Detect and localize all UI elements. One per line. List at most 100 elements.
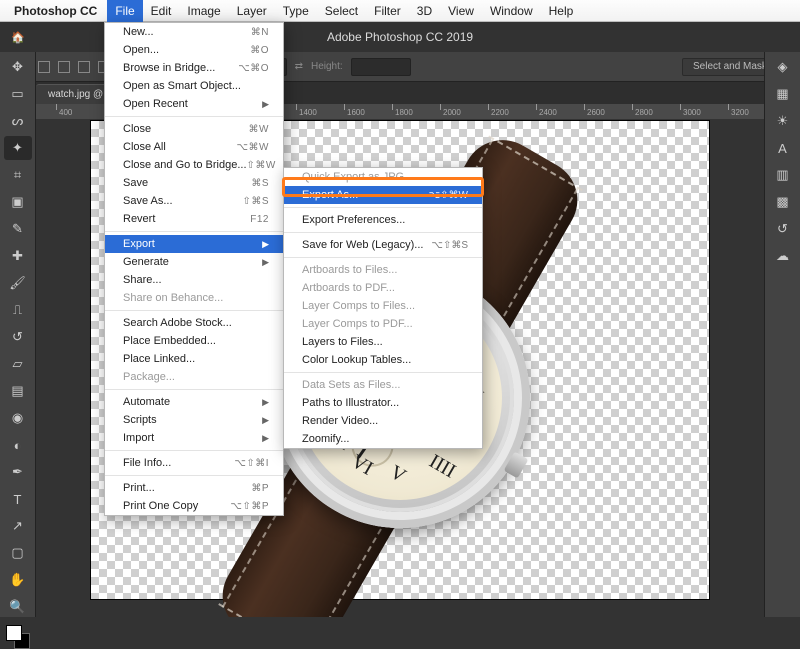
color-swatches[interactable] <box>6 625 30 649</box>
file-menu-open-recent[interactable]: Open Recent▶ <box>105 95 283 113</box>
menu-item-label: Place Embedded... <box>123 335 216 347</box>
quick-select-tool-icon[interactable]: ✦ <box>4 136 32 160</box>
channels-panel-icon[interactable]: ▩ <box>769 190 797 214</box>
menu-image[interactable]: Image <box>179 0 228 22</box>
frame-tool-icon[interactable]: ▣ <box>4 190 32 214</box>
hand-tool-icon[interactable]: ✋ <box>4 568 32 592</box>
export-menu-export-as[interactable]: Export As...⌥⇧⌘W <box>284 186 482 204</box>
file-menu-import[interactable]: Import▶ <box>105 429 283 447</box>
history-panel-icon[interactable]: ↺ <box>769 217 797 241</box>
path-tool-icon[interactable]: ↗ <box>4 514 32 538</box>
menu-item-label: Place Linked... <box>123 353 195 365</box>
file-menu-close[interactable]: Close⌘W <box>105 120 283 138</box>
submenu-arrow-icon: ▶ <box>262 433 269 444</box>
file-menu-print-one-copy[interactable]: Print One Copy⌥⇧⌘P <box>105 497 283 515</box>
file-menu-export[interactable]: Export▶ <box>105 235 283 253</box>
file-menu-place-embedded[interactable]: Place Embedded... <box>105 332 283 350</box>
file-menu-close-all[interactable]: Close All⌥⌘W <box>105 138 283 156</box>
file-menu-automate[interactable]: Automate ▶ <box>105 393 283 411</box>
layers-panel-icon[interactable]: ▥ <box>769 163 797 187</box>
move-tool-icon[interactable]: ✥ <box>4 55 32 79</box>
menu-edit[interactable]: Edit <box>143 0 180 22</box>
menu-help[interactable]: Help <box>541 0 582 22</box>
lasso-tool-icon[interactable]: ᔕ <box>4 109 32 133</box>
file-menu-revert[interactable]: RevertF12 <box>105 210 283 228</box>
type-tool-icon[interactable]: T <box>4 487 32 511</box>
menu-item-label: Paths to Illustrator... <box>302 397 399 409</box>
eraser-tool-icon[interactable]: ▱ <box>4 352 32 376</box>
file-menu-save-as[interactable]: Save As...⇧⌘S <box>105 192 283 210</box>
menu-select[interactable]: Select <box>317 0 366 22</box>
menu-item-label: Package... <box>123 371 175 383</box>
export-menu-export-preferences[interactable]: Export Preferences... <box>284 211 482 229</box>
file-menu-share-on-behance: Share on Behance... <box>105 289 283 307</box>
export-menu-zoomify[interactable]: Zoomify... <box>284 430 482 448</box>
stamp-tool-icon[interactable]: ⎍ <box>4 298 32 322</box>
zoom-tool-icon[interactable]: 🔍 <box>4 595 32 619</box>
menu-type[interactable]: Type <box>275 0 317 22</box>
eyedrop-tool-icon[interactable]: ✎ <box>4 217 32 241</box>
ruler-tick: 2000 <box>443 108 461 117</box>
menu-item-label: Render Video... <box>302 415 378 427</box>
watch-numeral: IIII <box>425 450 460 483</box>
menu-3d[interactable]: 3D <box>409 0 440 22</box>
swap-icon[interactable]: ⇄ <box>295 61 303 72</box>
file-menu-scripts[interactable]: Scripts▶ <box>105 411 283 429</box>
shortcut: ⌘S <box>251 178 269 189</box>
menu-item-label: Print... <box>123 482 155 494</box>
menu-layer[interactable]: Layer <box>229 0 275 22</box>
shortcut: ⌥⇧⌘P <box>230 501 269 512</box>
menu-window[interactable]: Window <box>482 0 541 22</box>
paragraph-panel-icon[interactable]: A <box>769 136 797 160</box>
mode-new-icon[interactable] <box>38 61 50 73</box>
swatches-panel-icon[interactable]: ▦ <box>769 82 797 106</box>
home-icon[interactable]: 🏠 <box>8 27 28 47</box>
export-menu-color-lookup-tables[interactable]: Color Lookup Tables... <box>284 351 482 369</box>
mode-add-icon[interactable] <box>58 61 70 73</box>
menu-file[interactable]: File <box>107 0 142 22</box>
file-menu-search-adobe-stock[interactable]: Search Adobe Stock... <box>105 314 283 332</box>
menu-filter[interactable]: Filter <box>366 0 409 22</box>
color-panel-icon[interactable]: ◈ <box>769 55 797 79</box>
export-menu-paths-to-illustrator[interactable]: Paths to Illustrator... <box>284 394 482 412</box>
export-submenu: Quick Export as JPGExport As...⌥⇧⌘WExpor… <box>283 167 483 449</box>
height-field[interactable] <box>351 58 411 76</box>
file-menu-save[interactable]: Save⌘S <box>105 174 283 192</box>
file-menu-browse-in-bridge[interactable]: Browse in Bridge...⌥⌘O <box>105 59 283 77</box>
export-menu-layers-to-files[interactable]: Layers to Files... <box>284 333 482 351</box>
dodge-tool-icon[interactable]: ◐ <box>4 433 32 457</box>
shortcut: ⌘P <box>251 483 269 494</box>
menu-view[interactable]: View <box>440 0 482 22</box>
export-menu-layer-comps-to-pdf: Layer Comps to PDF... <box>284 315 482 333</box>
shortcut: ⌥⌘O <box>238 63 269 74</box>
libs-panel-icon[interactable]: ☁ <box>769 244 797 268</box>
export-menu-save-for-web-legacy[interactable]: Save for Web (Legacy)...⌥⇧⌘S <box>284 236 482 254</box>
adjust-panel-icon[interactable]: ☀ <box>769 109 797 133</box>
rect-tool-icon[interactable]: ▢ <box>4 541 32 565</box>
file-menu-share[interactable]: Share... <box>105 271 283 289</box>
pen-tool-icon[interactable]: ✒ <box>4 460 32 484</box>
heal-tool-icon[interactable]: ✚ <box>4 244 32 268</box>
menu-item-label: Automate <box>123 396 170 408</box>
marquee-tool-icon[interactable]: ▭ <box>4 82 32 106</box>
history-tool-icon[interactable]: ↺ <box>4 325 32 349</box>
file-menu-print[interactable]: Print... ⌘P <box>105 479 283 497</box>
submenu-arrow-icon: ▶ <box>262 397 269 408</box>
crop-tool-icon[interactable]: ⌗ <box>4 163 32 187</box>
shortcut: ⌘O <box>250 45 269 56</box>
file-menu-new[interactable]: New...⌘N <box>105 23 283 41</box>
menu-item-label: Share on Behance... <box>123 292 223 304</box>
file-menu-open-as-smart-object[interactable]: Open as Smart Object... <box>105 77 283 95</box>
mode-sub-icon[interactable] <box>78 61 90 73</box>
file-menu-place-linked[interactable]: Place Linked... <box>105 350 283 368</box>
file-menu-file-info[interactable]: File Info...⌥⇧⌘I <box>105 454 283 472</box>
menu-item-label: Open as Smart Object... <box>123 80 241 92</box>
gradient-tool-icon[interactable]: ▤ <box>4 379 32 403</box>
file-menu-close-and-go-to-bridge[interactable]: Close and Go to Bridge...⇧⌘W <box>105 156 283 174</box>
file-menu-open[interactable]: Open...⌘O <box>105 41 283 59</box>
blur-tool-icon[interactable]: ◉ <box>4 406 32 430</box>
brush-tool-icon[interactable]: 🖌 <box>4 271 32 295</box>
file-menu-package: Package... <box>105 368 283 386</box>
file-menu-generate[interactable]: Generate▶ <box>105 253 283 271</box>
export-menu-render-video[interactable]: Render Video... <box>284 412 482 430</box>
